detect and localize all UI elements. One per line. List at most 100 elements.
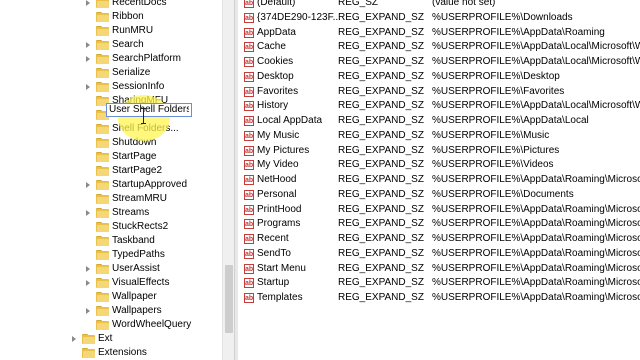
value-name: Cache	[257, 41, 286, 53]
string-value-icon: ab	[244, 189, 254, 200]
tree-item-label: Search	[112, 39, 144, 50]
value-row[interactable]: ab Programs REG_EXPAND_SZ %USERPROFILE%\App…	[238, 217, 640, 231]
value-row[interactable]: ab NetHood REG_EXPAND_SZ %USERPROFILE%\AppD…	[238, 173, 640, 187]
value-data: (value not set)	[432, 0, 496, 8]
tree-item[interactable]: Wallpaper	[0, 290, 222, 304]
string-value-icon: ab	[244, 27, 254, 38]
tree-item[interactable]: Serialize	[0, 66, 222, 80]
expand-arrow-icon[interactable]	[86, 266, 90, 272]
value-name: Cookies	[257, 56, 294, 67]
value-data: %USERPROFILE%\Music	[432, 129, 550, 141]
value-row[interactable]: ab Templates REG_EXPAND_SZ %USERPROFILE%\Ap…	[238, 291, 640, 305]
value-row[interactable]: ab Desktop REG_EXPAND_SZ %USERPROFILE%\Desk…	[238, 70, 640, 84]
tree-item[interactable]: Shell Folders...	[0, 122, 222, 136]
value-row[interactable]: ab My Music REG_EXPAND_SZ %USERPROFILE%\Mus…	[238, 129, 640, 143]
tree-item[interactable]: SessionInfo	[0, 80, 222, 94]
tree-item[interactable]: RecentDocs	[0, 0, 222, 10]
value-data: %USERPROFILE%\AppData\Roaming\Microsoft\…	[432, 247, 640, 259]
string-value-icon: ab	[244, 160, 254, 171]
expand-arrow-icon[interactable]	[86, 308, 90, 314]
value-row[interactable]: ab (Default) REG_SZ (value not set)	[238, 0, 640, 10]
rename-key-input[interactable]	[106, 103, 192, 117]
tree-item[interactable]: StuckRects2	[0, 220, 222, 234]
value-name: History	[257, 100, 289, 112]
tree-item[interactable]: Streams	[0, 206, 222, 220]
expand-arrow-icon[interactable]	[72, 336, 76, 342]
expand-arrow-icon[interactable]	[86, 84, 90, 90]
tree-item-label: SessionInfo	[112, 81, 165, 92]
tree-item[interactable]: Wallpapers	[0, 304, 222, 318]
tree-item[interactable]: Ribbon	[0, 10, 222, 24]
string-value-icon: ab	[244, 101, 254, 112]
value-data: %USERPROFILE%\Videos	[432, 159, 554, 171]
tree-item[interactable]: Ext	[0, 332, 222, 346]
folder-icon	[96, 166, 109, 176]
value-type: REG_EXPAND_SZ	[338, 100, 424, 112]
value-name: Start Menu	[257, 262, 306, 274]
folder-icon	[96, 68, 109, 78]
value-name: My Music	[257, 129, 300, 141]
expand-arrow-icon[interactable]	[86, 280, 90, 286]
tree-item[interactable]: WordWheelQuery	[0, 318, 222, 332]
value-row[interactable]: ab PrintHood REG_EXPAND_SZ %USERPROFILE%\Ap…	[238, 203, 640, 217]
registry-values-list[interactable]: ab (Default) REG_SZ (value not set) ab {374DE…	[238, 0, 640, 360]
tree-item[interactable]: StartPage	[0, 150, 222, 164]
expand-arrow-icon[interactable]	[86, 56, 90, 62]
expand-arrow-icon[interactable]	[86, 210, 90, 216]
value-row[interactable]: ab Start Menu REG_EXPAND_SZ %USERPROFILE%\A…	[238, 262, 640, 276]
string-value-icon: ab	[244, 263, 254, 274]
tree-item[interactable]: Taskband	[0, 234, 222, 248]
expand-arrow-icon[interactable]	[86, 42, 90, 48]
tree-item[interactable]: RunMRU	[0, 24, 222, 38]
folder-icon	[96, 320, 109, 330]
value-row[interactable]: ab SendTo REG_EXPAND_SZ %USERPROFILE%\AppDa…	[238, 247, 640, 261]
value-type: REG_EXPAND_SZ	[338, 262, 424, 274]
value-name: Favorites	[257, 85, 299, 97]
tree-item[interactable]: SearchPlatform	[0, 52, 222, 66]
value-name: Local AppData	[257, 115, 323, 126]
tree-item-label: StreamMRU	[112, 193, 168, 204]
registry-key-tree[interactable]: RecentDocs Ribbon RunMRU Search SearchPlatfo…	[0, 0, 222, 360]
value-row[interactable]: ab AppData REG_EXPAND_SZ %USERPROFILE%\AppD…	[238, 26, 640, 40]
tree-item-label: Streams	[112, 207, 150, 218]
value-type: REG_EXPAND_SZ	[338, 277, 424, 289]
string-value-icon: ab	[244, 12, 254, 23]
folder-icon	[96, 180, 109, 190]
value-row[interactable]: ab Cache REG_EXPAND_SZ %USERPROFILE%\AppDat…	[238, 40, 640, 54]
tree-item[interactable]: TypedPaths	[0, 248, 222, 262]
value-type: REG_EXPAND_SZ	[338, 233, 424, 244]
tree-item[interactable]: Extensions	[0, 346, 222, 360]
tree-item[interactable]: StartupApproved	[0, 178, 222, 192]
expand-arrow-icon[interactable]	[86, 182, 90, 188]
value-row[interactable]: ab {374DE290-123F... REG_EXPAND_SZ %USERPRO…	[238, 11, 640, 25]
value-name: (Default)	[257, 0, 296, 8]
tree-item[interactable]: Shutdown	[0, 136, 222, 150]
tree-item-label: SearchPlatform	[112, 53, 181, 64]
value-row[interactable]: ab Personal REG_EXPAND_SZ %USERPROFILE%\Doc…	[238, 188, 640, 202]
value-row[interactable]: ab Local AppData REG_EXPAND_SZ %USERPROFILE…	[238, 114, 640, 128]
value-row[interactable]: ab History REG_EXPAND_SZ %USERPROFILE%\AppD…	[238, 99, 640, 113]
value-row[interactable]: ab Startup REG_EXPAND_SZ %USERPROFILE%\AppD…	[238, 276, 640, 290]
value-data: %USERPROFILE%\AppData\Roaming	[432, 26, 605, 38]
value-type: REG_EXPAND_SZ	[338, 292, 424, 303]
value-name: My Video	[257, 159, 299, 171]
value-type: REG_EXPAND_SZ	[338, 247, 424, 259]
value-data: %USERPROFILE%\AppData\Roaming\Microsoft\…	[432, 277, 640, 289]
expand-arrow-icon[interactable]	[86, 0, 90, 6]
value-name: My Pictures	[257, 144, 310, 156]
tree-scrollbar-thumb[interactable]	[225, 265, 233, 333]
tree-item[interactable]: VisualEffects	[0, 276, 222, 290]
tree-item-label: StartPage	[112, 151, 157, 162]
value-row[interactable]: ab Cookies REG_EXPAND_SZ %USERPROFILE%\AppD…	[238, 55, 640, 69]
tree-item-label: Extensions	[98, 347, 147, 358]
folder-icon	[96, 236, 109, 246]
tree-item[interactable]: StreamMRU	[0, 192, 222, 206]
value-row[interactable]: ab My Pictures REG_EXPAND_SZ %USERPROFILE%\…	[238, 144, 640, 158]
tree-item[interactable]: StartPage2	[0, 164, 222, 178]
value-row[interactable]: ab Favorites REG_EXPAND_SZ %USERPROFILE%\Fa…	[238, 85, 640, 99]
tree-item[interactable]: Search	[0, 38, 222, 52]
tree-item[interactable]: UserAssist	[0, 262, 222, 276]
value-row[interactable]: ab My Video REG_EXPAND_SZ %USERPROFILE%\Vid…	[238, 158, 640, 172]
value-row[interactable]: ab Recent REG_EXPAND_SZ %USERPROFILE%\AppDa…	[238, 232, 640, 246]
folder-icon	[82, 348, 95, 358]
